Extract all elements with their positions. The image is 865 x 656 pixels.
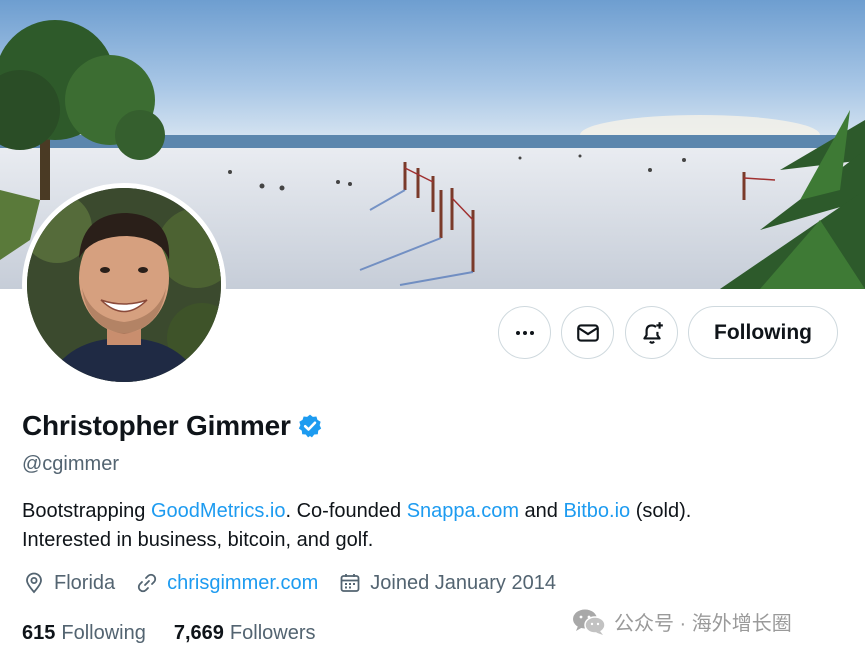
location-pin-icon (26, 572, 42, 594)
link-icon (138, 573, 157, 593)
followers-label: Followers (229, 622, 316, 644)
following-button[interactable]: Following (688, 306, 838, 359)
followers-stat[interactable]: 7,669 Followers (174, 622, 316, 645)
following-stat[interactable]: 615 Following (22, 622, 146, 645)
joined-item: Joined January 2014 (338, 571, 556, 595)
calendar-icon (340, 574, 360, 592)
bio-link-bitbo[interactable]: Bitbo.io (563, 500, 630, 522)
bio-text: . Co-founded (285, 500, 407, 522)
notify-button[interactable] (625, 306, 678, 359)
watermark-text: 公众号 · 海外增长圈 (614, 613, 792, 635)
profile-name-row: Christopher Gimmer (22, 410, 323, 442)
location-text: Florida (54, 571, 116, 594)
following-label: Following (61, 622, 146, 644)
bio-line-2: Interested in business, bitcoin, and gol… (22, 529, 374, 551)
wechat-icon (573, 609, 606, 635)
profile-avatar[interactable] (22, 183, 226, 387)
mail-icon (576, 323, 599, 342)
more-icon (515, 330, 534, 335)
location-item: Florida (22, 571, 115, 595)
profile-bio: Bootstrapping GoodMetrics.io. Co-founded… (22, 497, 822, 555)
bio-link-goodmetrics[interactable]: GoodMetrics.io (151, 500, 286, 522)
bio-text: Bootstrapping (22, 500, 151, 522)
bio-text: (sold). (630, 500, 692, 522)
bell-plus-icon (642, 321, 663, 344)
message-button[interactable] (561, 306, 614, 359)
following-count: 615 (22, 622, 56, 644)
bio-text: and (518, 500, 564, 522)
profile-stats: 615 Following 7,669 Followers (22, 622, 344, 645)
profile-handle: @cgimmer (22, 453, 119, 475)
followers-count: 7,669 (173, 622, 224, 644)
more-button[interactable] (498, 306, 551, 359)
profile-name: Christopher Gimmer (22, 410, 291, 441)
verified-badge-icon (298, 414, 321, 438)
watermark: 公众号 · 海外增长圈 (572, 607, 792, 636)
website-item[interactable]: chrisgimmer.com (135, 571, 318, 595)
profile-meta: Florida chrisgimmer.com Joined January 2… (22, 571, 576, 595)
joined-text: Joined January 2014 (370, 571, 556, 594)
website-link[interactable]: chrisgimmer.com (167, 572, 318, 595)
bio-link-snappa[interactable]: Snappa.com (407, 500, 519, 522)
